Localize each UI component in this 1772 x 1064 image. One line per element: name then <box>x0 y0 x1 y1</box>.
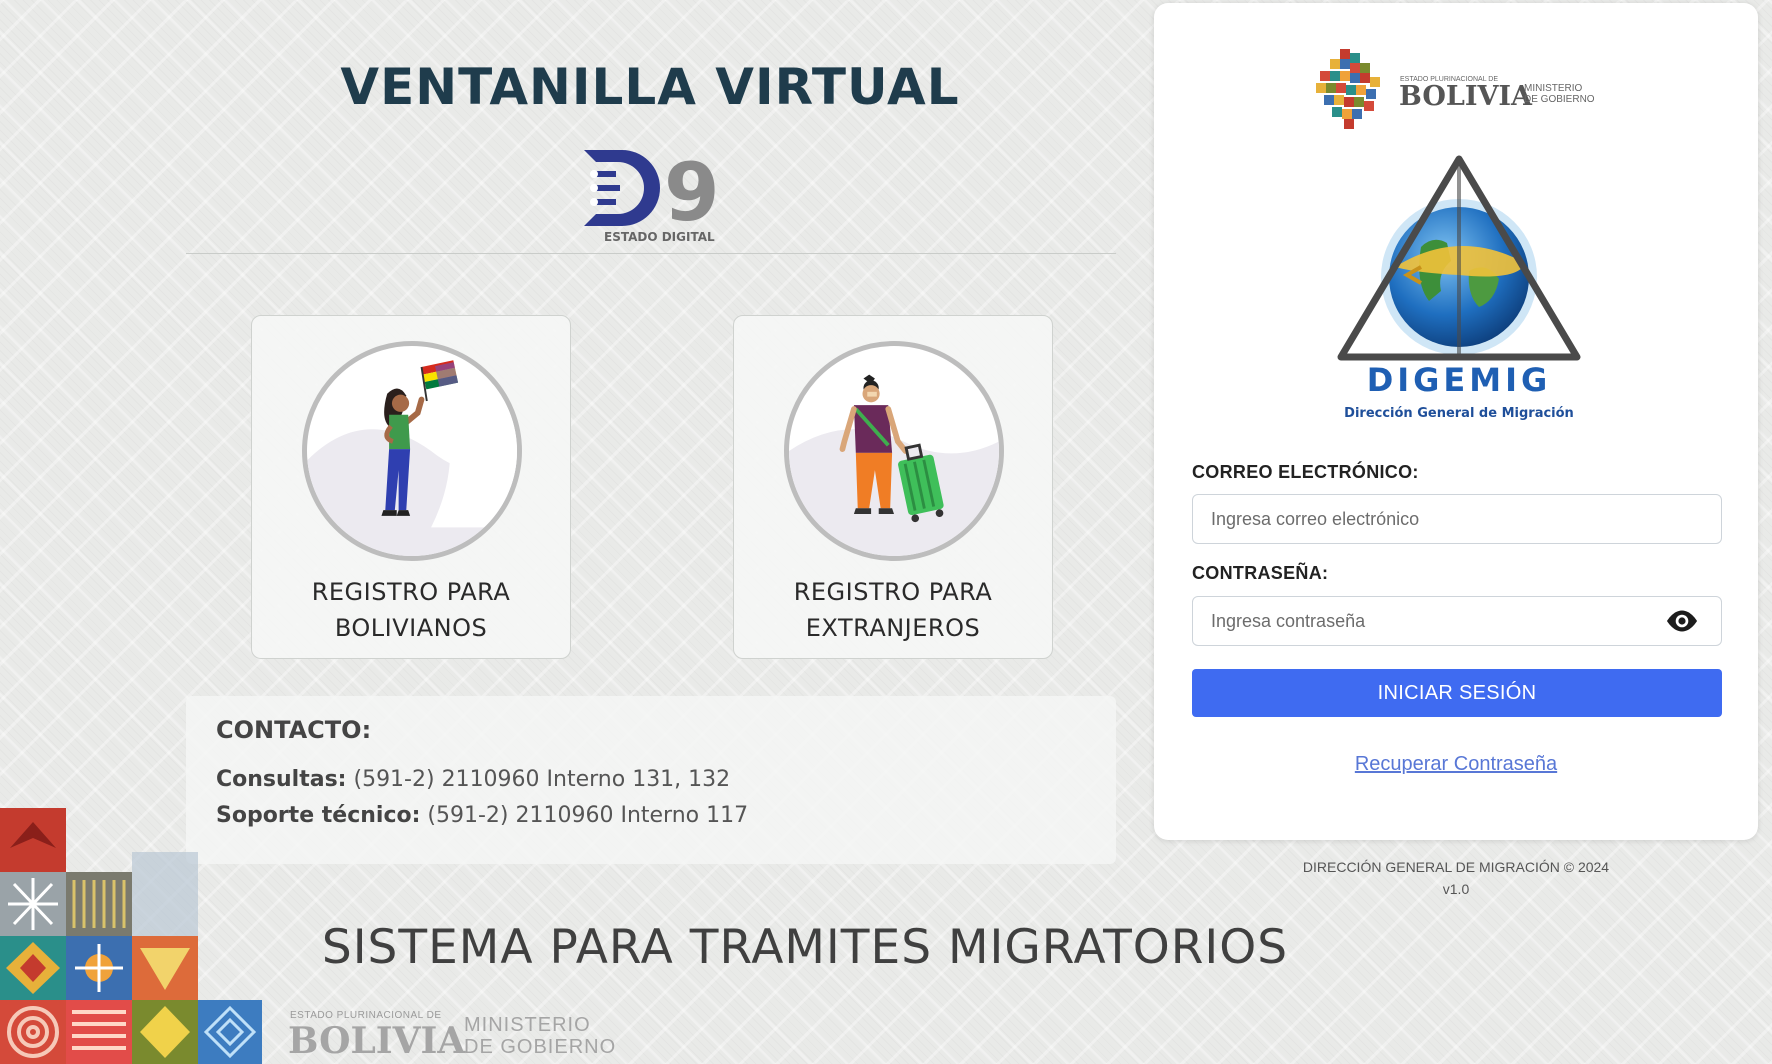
eye-icon[interactable] <box>1664 603 1700 639</box>
digemig-logo: DIGEMIG Dirección General de Migración <box>1337 155 1581 421</box>
digemig-subtitle: Dirección General de Migración <box>1344 406 1574 421</box>
password-field[interactable] <box>1192 596 1722 646</box>
logo-number: 9 <box>664 146 720 239</box>
register-bolivianos-card[interactable]: REGISTRO PARA BOLIVIANOS <box>251 315 571 659</box>
copyright-text: DIRECCIÓN GENERAL DE MIGRACIÓN © 2024 <box>1302 859 1610 875</box>
email-label: CORREO ELECTRÓNICO: <box>1192 462 1419 482</box>
page-title: VENTANILLA VIRTUAL <box>340 58 960 116</box>
password-label: CONTRASEÑA: <box>1192 563 1329 583</box>
register-extranjeros-label: REGISTRO PARA EXTRANJEROS <box>793 578 993 642</box>
register-bolivianos-label: REGISTRO PARA BOLIVIANOS <box>311 578 511 642</box>
bolivian-woman-illustration <box>302 341 522 561</box>
system-title: SISTEMA PARA TRAMITES MIGRATORIOS <box>321 920 1289 975</box>
login-panel: ESTADO PLURINACIONAL DE BOLIVIA MINISTER… <box>1154 3 1758 840</box>
copyright: DIRECCIÓN GENERAL DE MIGRACIÓN © 2024 v1… <box>1154 856 1758 900</box>
traveler-illustration <box>784 341 1004 561</box>
textile-pattern-decoration <box>0 808 262 1064</box>
logo-text: ESTADO DIGITAL <box>604 230 715 244</box>
version-text: v1.0 <box>1442 881 1470 897</box>
register-extranjeros-card[interactable]: REGISTRO PARA EXTRANJEROS <box>733 315 1053 659</box>
estado-digital-logo: 9 ESTADO DIGITAL <box>584 146 720 244</box>
contact-panel: CONTACTO: Consultas: (591-2) 2110960 Int… <box>186 696 1116 864</box>
ministerio-gobierno-logo: ESTADO PLURINACIONAL DE BOLIVIA MINISTER… <box>1316 49 1616 129</box>
login-button[interactable]: INICIAR SESIÓN <box>1192 669 1722 717</box>
digemig-name: DIGEMIG <box>1367 361 1552 399</box>
contact-consultas: Consultas: (591-2) 2110960 Interno 131, … <box>216 767 731 792</box>
email-field[interactable] <box>1192 494 1722 544</box>
contact-soporte: Soporte técnico: (591-2) 2110960 Interno… <box>216 803 749 828</box>
contact-title: CONTACTO: <box>216 716 372 744</box>
bolivia-emblem-icon <box>1316 49 1380 129</box>
recover-password-link[interactable]: Recuperar Contraseña <box>1154 753 1758 776</box>
header-divider <box>186 253 1116 254</box>
